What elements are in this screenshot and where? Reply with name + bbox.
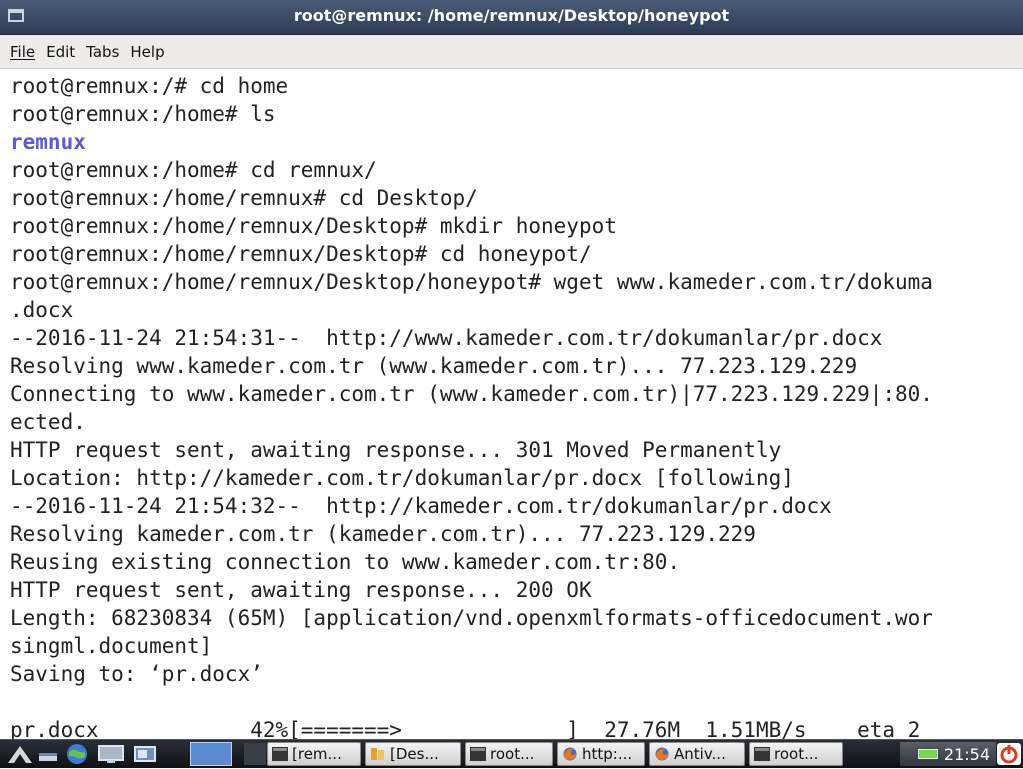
terminal-line: root@remnux:/home/remnux/Desktop/honeypo… [10, 270, 933, 294]
window-title: root@remnux: /home/remnux/Desktop/honeyp… [293, 6, 730, 25]
terminal-line: Resolving www.kameder.com.tr (www.kamede… [10, 354, 858, 378]
terminal-line: root@remnux:/home/remnux/Desktop# cd hon… [10, 242, 592, 266]
terminal-line: HTTP request sent, awaiting response... … [10, 438, 782, 462]
battery-icon [917, 749, 938, 759]
menu-edit[interactable]: Edit [46, 43, 75, 61]
terminal-line: Reusing existing connection to www.kamed… [10, 550, 681, 574]
menu-tabs[interactable]: Tabs [86, 43, 119, 61]
terminal-progress-line: pr.docx 42%[=======> ] 27.76M 1.51MB/s e… [10, 718, 921, 739]
window-icon[interactable] [132, 743, 156, 765]
terminal-line: Connecting to www.kameder.com.tr (www.ka… [10, 382, 933, 406]
menu-help[interactable]: Help [130, 43, 164, 61]
taskbar-task-firefox-2[interactable]: Antiv... [649, 742, 745, 766]
terminal-line-directory: remnux [10, 130, 86, 154]
monitor-icon[interactable] [96, 743, 124, 765]
task-label: [Des... [390, 745, 439, 763]
terminal-line: ected. [10, 410, 86, 434]
terminal-line: Length: 68230834 (65M) [application/vnd.… [10, 606, 933, 630]
taskbar-task-firefox-1[interactable]: http:... [557, 742, 645, 766]
terminal-icon [470, 747, 486, 761]
power-icon[interactable] [997, 743, 1021, 765]
terminal-line: root@remnux:/home/remnux/Desktop# mkdir … [10, 214, 617, 238]
terminal-icon [754, 747, 770, 761]
menu-bar: File Edit Tabs Help [0, 35, 1023, 69]
menu-file[interactable]: File [10, 43, 35, 61]
task-label: [rem... [292, 745, 342, 763]
firefox-icon [654, 747, 670, 761]
taskbar-task-terminal-1[interactable]: [rem... [267, 742, 361, 766]
folder-icon [370, 747, 386, 761]
task-label: root... [774, 745, 819, 763]
task-label: http:... [582, 745, 633, 763]
taskbar-separator [244, 743, 266, 765]
terminal-line: Location: http://kameder.com.tr/dokumanl… [10, 466, 794, 490]
terminal-line: HTTP request sent, awaiting response... … [10, 578, 592, 602]
terminal-icon [272, 747, 288, 761]
menu-icon[interactable] [6, 743, 32, 765]
minimize-all-icon[interactable] [36, 743, 60, 765]
terminal-line: root@remnux:/home/remnux# cd Desktop/ [10, 186, 478, 210]
taskbar-task-terminal-3[interactable]: root... [749, 742, 843, 766]
terminal-line: root@remnux:/home# cd remnux/ [10, 158, 377, 182]
terminal-line: root@remnux:/# cd home [10, 74, 289, 98]
firefox-icon [562, 747, 578, 761]
clock[interactable]: 21:54 [944, 745, 990, 764]
terminal-line: .docx [10, 298, 74, 322]
terminal-line: --2016-11-24 21:54:32-- http://kameder.c… [10, 494, 832, 518]
terminal-line: Resolving kameder.com.tr (kameder.com.tr… [10, 522, 756, 546]
taskbar-task-terminal-2[interactable]: root... [465, 742, 553, 766]
task-label: Antiv... [674, 745, 726, 763]
taskbar: [rem... [Des... root... http:... Antiv..… [0, 739, 1023, 768]
terminal-line: singml.document] [10, 634, 213, 658]
window-titlebar[interactable]: root@remnux: /home/remnux/Desktop/honeyp… [0, 0, 1023, 35]
task-label: root... [490, 745, 535, 763]
blue-square-icon[interactable] [190, 742, 232, 766]
terminal-line: --2016-11-24 21:54:31-- http://www.kamed… [10, 326, 883, 350]
terminal-line: root@remnux:/home# ls [10, 102, 276, 126]
terminal-line: Saving to: ‘pr.docx’ [10, 662, 263, 686]
system-tray[interactable]: 21:54 [900, 742, 996, 766]
taskbar-task-folder[interactable]: [Des... [365, 742, 461, 766]
globe-icon[interactable] [64, 743, 88, 765]
terminal-output[interactable]: root@remnux:/# cd home root@remnux:/home… [0, 69, 1023, 739]
